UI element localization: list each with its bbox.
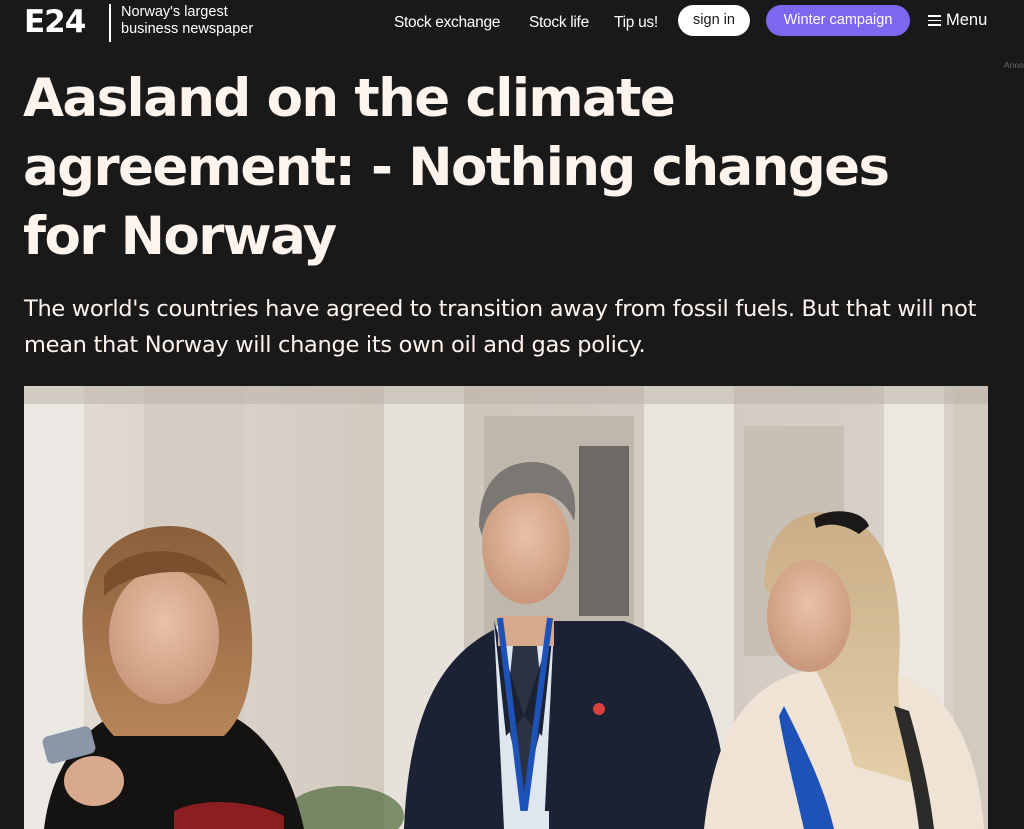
e24-logo[interactable]: E24 [24,6,86,38]
sign-in-button[interactable]: sign in [678,5,750,36]
menu-label: Menu [946,11,988,29]
advertisement-label: Anno [1004,60,1024,70]
article-hero-photo [24,386,988,829]
tagline-line-2: business newspaper [121,21,254,37]
nav-stock-exchange[interactable]: Stock exchange [394,14,500,32]
logo-divider [109,4,111,42]
menu-button[interactable]: Menu [928,11,987,30]
nav-tip-us[interactable]: Tip us! [614,14,658,32]
article-subheadline: The world's countries have agreed to tra… [24,296,977,358]
tagline-line-1: Norway's largest [121,4,228,20]
winter-campaign-button[interactable]: Winter campaign [766,5,910,36]
site-header: E24 Norway's largest business newspaper … [0,0,1024,48]
nav-stock-life[interactable]: Stock life [529,14,589,32]
article-headline: Aasland on the climate agreement: - Noth… [23,68,890,267]
hamburger-icon [928,15,941,26]
hero-photo-illustration [24,386,988,829]
site-tagline: Norway's largest business newspaper [121,4,253,38]
